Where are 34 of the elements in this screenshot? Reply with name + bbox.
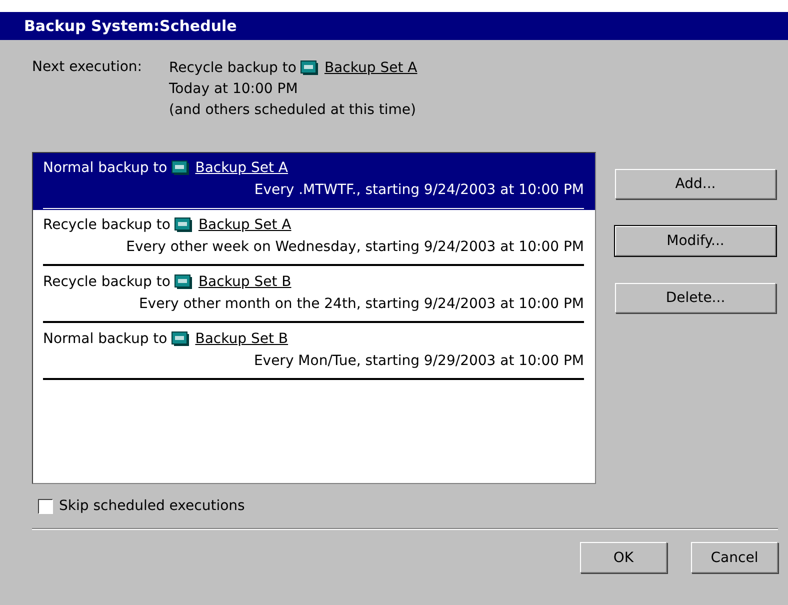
schedule-item[interactable]: Recycle backup to Backup Set B Every other month on the 24th, starting 9/24/2003 at 10:00 PM bbox=[33, 267, 595, 324]
next-time-text: Today at 10:00 PM bbox=[169, 80, 299, 98]
backup-action-text: Normal backup to bbox=[43, 160, 168, 176]
backup-set-link[interactable]: Backup Set A bbox=[198, 217, 292, 233]
backup-set-link[interactable]: Backup Set B bbox=[198, 274, 292, 290]
next-execution-label: Next execution: bbox=[32, 58, 144, 77]
schedule-item[interactable]: Recycle backup to Backup Set A Every other week on Wednesday, starting 9/24/2003 at 10:00 PM bbox=[33, 210, 595, 267]
backup-action-text: Normal backup to bbox=[43, 331, 168, 347]
recurrence-text: Every other week on Wednesday, starting 9/24/2003 at 10:00 PM bbox=[126, 239, 584, 255]
recurrence-text: Every other month on the 24th, starting 9/24/2003 at 10:00 PM bbox=[138, 296, 584, 312]
next-action-text: Recycle backup to bbox=[169, 60, 296, 76]
backup-set-link[interactable]: Backup Set B bbox=[195, 331, 288, 347]
tape-drive-icon bbox=[300, 60, 320, 76]
tape-drive-icon bbox=[171, 160, 192, 176]
window-title: Backup System:Schedule bbox=[0, 12, 788, 40]
backup-action-text: Recycle backup to bbox=[43, 217, 170, 233]
dialog-button[interactable]: Delete... bbox=[615, 283, 776, 313]
dialog-button[interactable]: Modify... bbox=[615, 226, 776, 256]
tape-drive-icon bbox=[174, 217, 194, 233]
ok-button[interactable]: OK bbox=[580, 542, 667, 573]
skip-checkbox[interactable] bbox=[38, 498, 53, 514]
skip-label: Skip scheduled executions bbox=[59, 498, 245, 514]
tape-drive-icon bbox=[171, 331, 192, 347]
dialog-button[interactable]: Add... bbox=[615, 169, 776, 199]
schedule-item[interactable]: Normal backup to Backup Set B Every Mon/Tue, starting 9/29/2003 at 10:00 PM bbox=[33, 324, 595, 381]
tape-drive-icon bbox=[174, 274, 194, 290]
schedule-item[interactable]: Normal backup to Backup Set A Every .MTWTF., starting 9/24/2003 at 10:00 PM bbox=[33, 153, 595, 210]
backup-action-text: Recycle backup to bbox=[43, 274, 170, 290]
cancel-button[interactable]: Cancel bbox=[691, 542, 778, 573]
recurrence-text: Every Mon/Tue, starting 9/29/2003 at 10:00 PM bbox=[254, 353, 584, 369]
recurrence-text: Every .MTWTF., starting 9/24/2003 at 10:00 PM bbox=[254, 182, 584, 198]
next-note-text: (and others scheduled at this time) bbox=[169, 100, 417, 120]
backup-set-link[interactable]: Backup Set A bbox=[195, 160, 288, 176]
backup-set-link[interactable]: Backup Set A bbox=[324, 60, 418, 76]
